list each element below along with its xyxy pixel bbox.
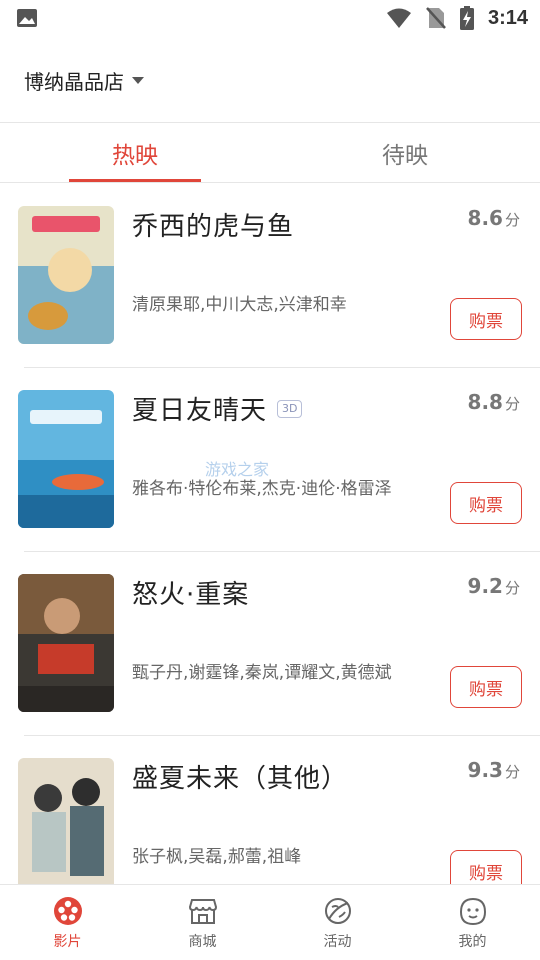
score-unit: 分 xyxy=(504,579,520,597)
nav-label: 活动 xyxy=(323,933,352,950)
buy-ticket-button[interactable]: 购票 xyxy=(450,666,522,708)
tab-coming-soon[interactable]: 待映 xyxy=(270,124,540,182)
smiley-face-icon xyxy=(459,897,486,925)
movie-poster[interactable] xyxy=(18,390,114,528)
score-value: 9.3 xyxy=(467,758,503,782)
movie-list[interactable]: 乔西的虎与鱼 8.6 分 清原果耶,中川大志,兴津和幸 购票 夏日友晴天 3D … xyxy=(0,184,540,884)
nav-events[interactable]: 活动 xyxy=(270,885,405,960)
no-sim-icon xyxy=(426,7,446,29)
store-selector[interactable]: 博纳晶品店 xyxy=(0,50,540,110)
movie-poster[interactable] xyxy=(18,574,114,712)
movie-title-row: 怒火·重案 xyxy=(132,574,249,611)
film-reel-icon xyxy=(53,896,82,925)
buy-ticket-button[interactable]: 购票 xyxy=(450,298,522,340)
nav-label: 我的 xyxy=(458,933,487,950)
movie-title[interactable]: 夏日友晴天 xyxy=(132,390,267,427)
movie-item[interactable]: 乔西的虎与鱼 8.6 分 清原果耶,中川大志,兴津和幸 购票 xyxy=(0,184,540,368)
movie-cast: 雅各布·特伦布莱,杰克·迪伦·格雷泽 xyxy=(132,479,392,499)
movie-title[interactable]: 乔西的虎与鱼 xyxy=(132,206,294,243)
tab-now-showing[interactable]: 热映 xyxy=(0,124,270,182)
movie-score: 9.2 分 xyxy=(468,574,520,598)
movie-score: 8.8 分 xyxy=(468,390,520,414)
movie-title-row: 盛夏未来（其他） xyxy=(132,758,348,795)
image-notification-icon xyxy=(17,9,37,27)
status-time: 3:14 xyxy=(487,6,528,29)
buy-ticket-button[interactable]: 购票 xyxy=(450,850,522,884)
score-value: 9.2 xyxy=(467,574,503,598)
score-unit: 分 xyxy=(504,763,520,781)
store-icon xyxy=(188,898,217,924)
divider xyxy=(0,122,540,123)
movie-title[interactable]: 怒火·重案 xyxy=(132,574,249,611)
movie-cast: 清原果耶,中川大志,兴津和幸 xyxy=(132,295,347,315)
movie-item[interactable]: 夏日友晴天 3D 8.8 分 雅各布·特伦布莱,杰克·迪伦·格雷泽 购票 xyxy=(0,368,540,552)
movie-item[interactable]: 盛夏未来（其他） 9.3 分 张子枫,吴磊,郝蕾,祖峰 购票 xyxy=(0,736,540,884)
movie-score: 9.3 分 xyxy=(468,758,520,782)
score-unit: 分 xyxy=(504,211,520,229)
movie-poster[interactable] xyxy=(18,758,114,884)
movie-title-row: 夏日友晴天 3D xyxy=(132,390,303,427)
status-bar: 3:14 xyxy=(0,0,540,36)
movie-score: 8.6 分 xyxy=(468,206,520,230)
movie-title-row: 乔西的虎与鱼 xyxy=(132,206,294,243)
nav-profile[interactable]: 我的 xyxy=(405,885,540,960)
planet-icon xyxy=(324,897,351,924)
3d-badge: 3D xyxy=(277,399,303,418)
movie-title[interactable]: 盛夏未来（其他） xyxy=(132,758,348,795)
store-name: 博纳晶品店 xyxy=(24,69,124,94)
caret-down-icon xyxy=(132,76,144,84)
tab-bar: 热映 待映 xyxy=(0,124,540,182)
nav-store[interactable]: 商城 xyxy=(135,885,270,960)
nav-label: 商城 xyxy=(188,933,217,950)
divider xyxy=(0,182,540,183)
wifi-icon xyxy=(386,8,411,28)
score-value: 8.6 xyxy=(467,206,503,230)
buy-ticket-button[interactable]: 购票 xyxy=(450,482,522,524)
score-value: 8.8 xyxy=(467,390,503,414)
bottom-nav: 影片 商城 活动 我的 xyxy=(0,884,540,960)
movie-poster[interactable] xyxy=(18,206,114,344)
nav-label: 影片 xyxy=(53,933,82,950)
movie-cast: 甄子丹,谢霆锋,秦岚,谭耀文,黄德斌 xyxy=(132,663,392,683)
movie-item[interactable]: 怒火·重案 9.2 分 甄子丹,谢霆锋,秦岚,谭耀文,黄德斌 购票 xyxy=(0,552,540,736)
score-unit: 分 xyxy=(504,395,520,413)
nav-films[interactable]: 影片 xyxy=(0,885,135,960)
movie-cast: 张子枫,吴磊,郝蕾,祖峰 xyxy=(132,847,302,867)
battery-charging-icon xyxy=(459,6,474,30)
